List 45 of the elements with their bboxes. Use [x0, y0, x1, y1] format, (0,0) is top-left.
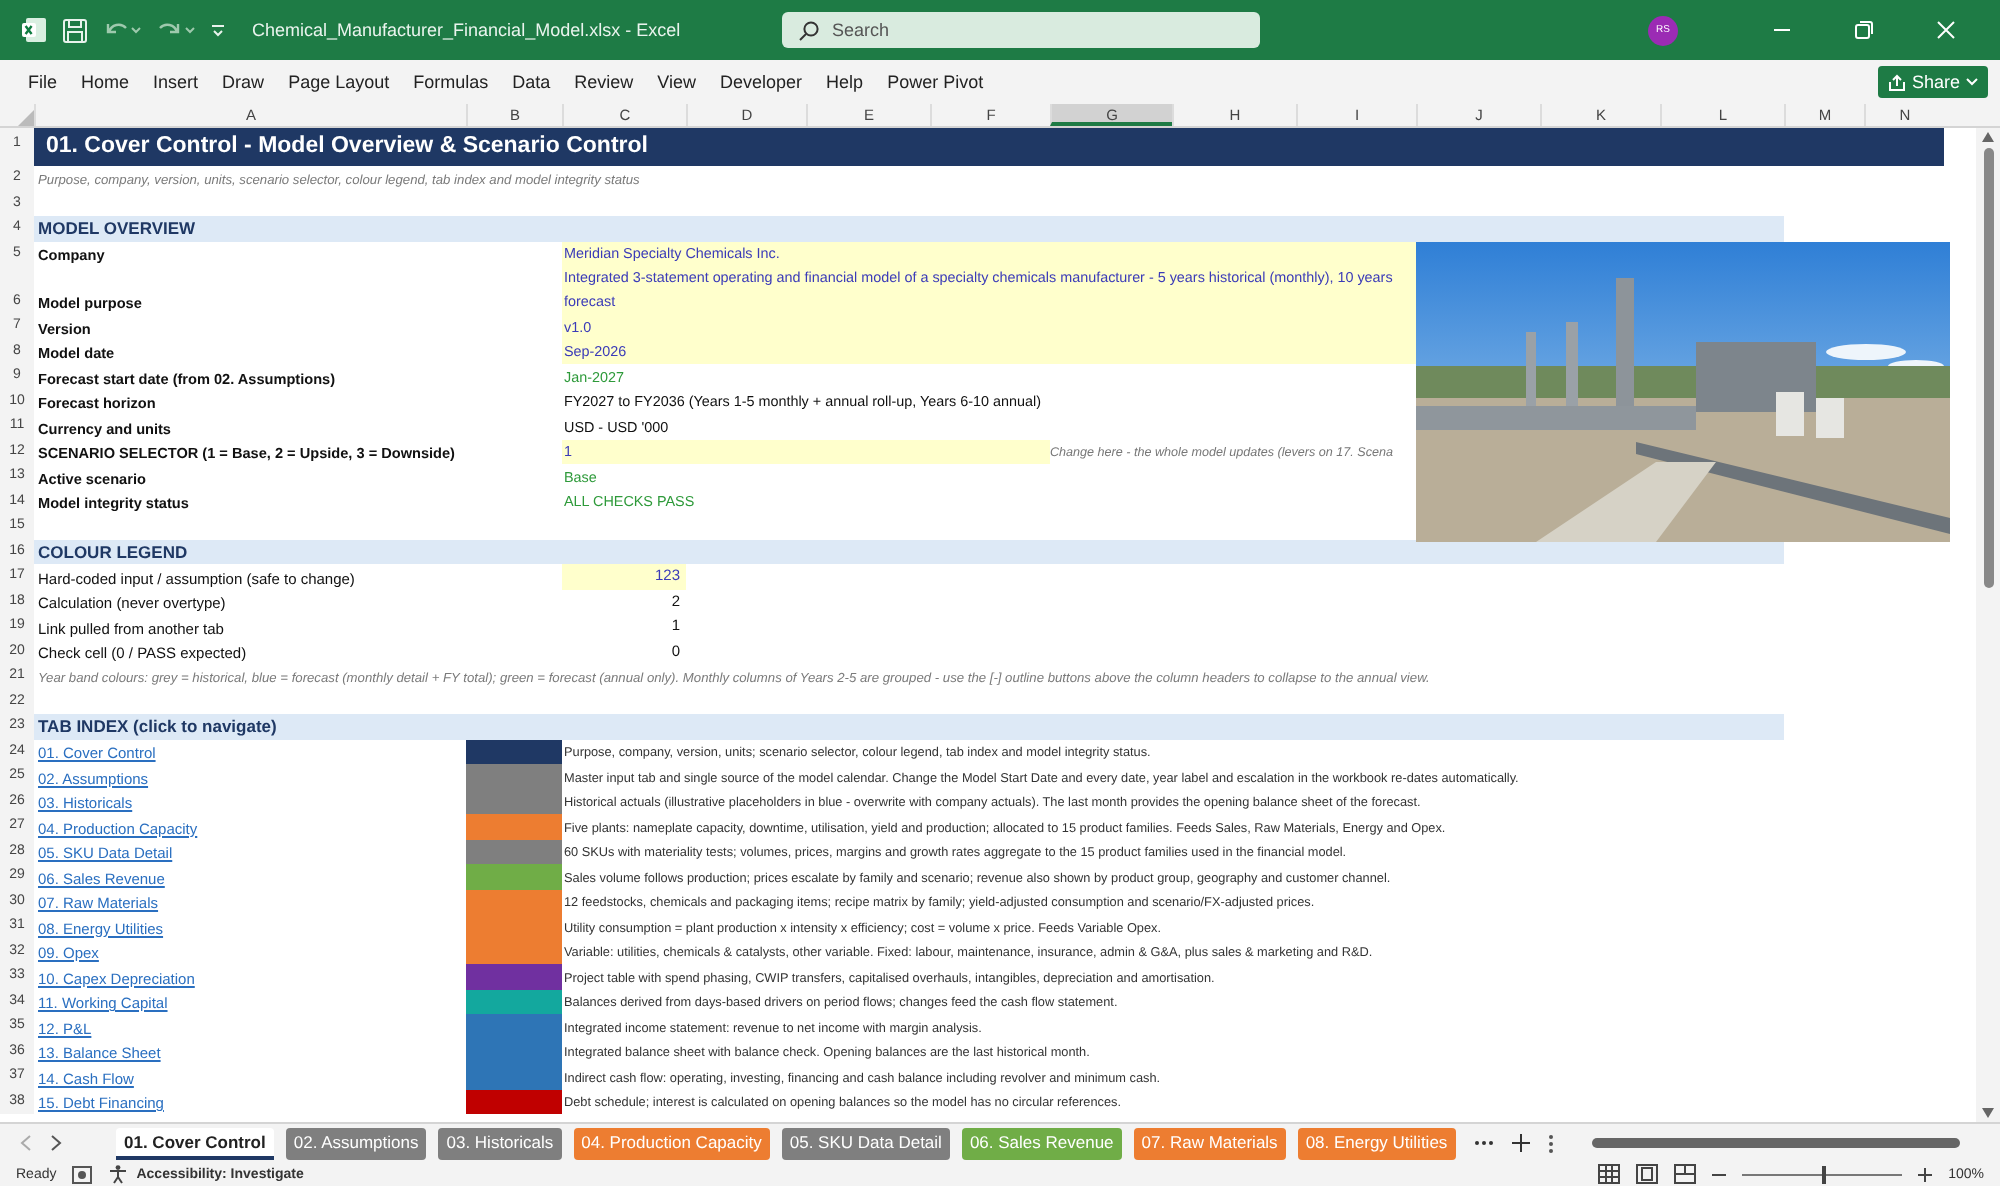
caret-icon	[1966, 78, 1978, 86]
menu-tab[interactable]: Page Layout	[276, 72, 402, 92]
sheet-tab[interactable]: 02. Assumptions	[285, 1127, 427, 1159]
menu-tab[interactable]: Insert	[141, 72, 211, 92]
search-icon	[798, 19, 820, 41]
section-header: TAB INDEX (click to navigate)	[34, 714, 1784, 739]
search-field[interactable]: Search	[782, 12, 1260, 48]
add-sheet-icon[interactable]	[1511, 1134, 1530, 1152]
section-header: MODEL OVERVIEW	[34, 216, 1784, 241]
menu-tab[interactable]: Power Pivot	[875, 72, 996, 92]
normal-view-icon[interactable]	[1598, 1164, 1621, 1184]
scroll-down-icon[interactable]	[1982, 1108, 1994, 1118]
sheet-title: 01. Cover Control - Model Overview & Scenario Control	[34, 128, 1944, 166]
sheet-tab[interactable]: 05. SKU Data Detail	[781, 1127, 950, 1159]
restore-icon[interactable]	[1854, 20, 1874, 40]
more-icon[interactable]	[1473, 1140, 1494, 1146]
menu-tab[interactable]: Help	[814, 72, 876, 92]
customize-toolbar-icon[interactable]	[210, 22, 226, 38]
menu-tab[interactable]: Review	[562, 72, 646, 92]
page-layout-icon[interactable]	[1636, 1164, 1659, 1184]
section-header: COLOUR LEGEND	[34, 539, 1784, 564]
share-button[interactable]: Share	[1877, 66, 1988, 98]
next-sheet-icon[interactable]	[50, 1134, 62, 1152]
menu-tab[interactable]: Data	[500, 72, 563, 92]
zoom-in-icon[interactable]	[1918, 1167, 1933, 1181]
excel-logo-icon[interactable]	[20, 16, 48, 44]
menu-tab[interactable]: Home	[69, 72, 142, 92]
menu-tab[interactable]: View	[645, 72, 709, 92]
menu-tab[interactable]: Formulas	[401, 72, 501, 92]
splitter-icon[interactable]	[1547, 1133, 1554, 1153]
accessibility-icon[interactable]	[108, 1164, 129, 1184]
sheet-tab[interactable]: 01. Cover Control	[116, 1127, 274, 1159]
slider-thumb[interactable]	[1822, 1165, 1827, 1183]
save-icon[interactable]	[62, 17, 88, 43]
share-icon	[1887, 73, 1906, 91]
window-title: Chemical_Manufacturer_Financial_Model.xlsx - Excel	[252, 20, 683, 40]
scrollbar-thumb[interactable]	[1983, 148, 1993, 588]
macro-record-icon[interactable]	[72, 1165, 93, 1183]
sheet-tab[interactable]: 03. Historicals	[438, 1127, 562, 1159]
close-icon[interactable]	[1936, 20, 1956, 40]
menu-tab[interactable]: Developer	[708, 72, 815, 92]
menu-tab[interactable]: File	[16, 72, 70, 92]
menu-tab[interactable]: Draw	[210, 72, 277, 92]
page-break-icon[interactable]	[1674, 1164, 1697, 1184]
scroll-up-icon[interactable]	[1982, 132, 1994, 142]
